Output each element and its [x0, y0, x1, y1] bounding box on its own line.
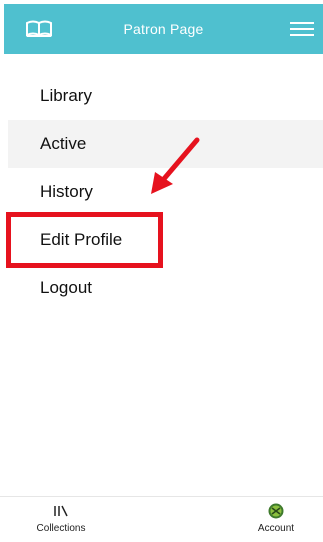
- menu-item-label: Library: [40, 86, 92, 105]
- menu-item-label: History: [40, 182, 93, 201]
- tab-collections[interactable]: Collections: [26, 503, 96, 541]
- menu-item-library[interactable]: Library: [8, 72, 323, 120]
- red-arrow-icon: [151, 137, 200, 194]
- menu-item-logout[interactable]: Logout: [8, 264, 323, 312]
- tab-account[interactable]: Account: [241, 503, 311, 541]
- app-screen: Patron Page Library Active History Edit …: [0, 0, 323, 542]
- menu-item-label: Edit Profile: [40, 230, 123, 249]
- books-stack-icon: [53, 503, 69, 519]
- app-header: Patron Page: [4, 4, 323, 54]
- menu-item-edit-profile[interactable]: Edit Profile: [8, 216, 323, 264]
- menu-item-label: Active: [40, 134, 87, 153]
- bottom-navigation: Collections Account: [0, 496, 323, 542]
- tab-label: Collections: [36, 523, 86, 534]
- account-avatar-icon: [268, 503, 284, 519]
- tab-label: Account: [257, 523, 295, 534]
- hamburger-menu-icon[interactable]: [289, 18, 315, 40]
- page-title: Patron Page: [123, 21, 204, 37]
- menu-item-label: Logout: [40, 278, 92, 297]
- open-book-icon[interactable]: [24, 18, 54, 40]
